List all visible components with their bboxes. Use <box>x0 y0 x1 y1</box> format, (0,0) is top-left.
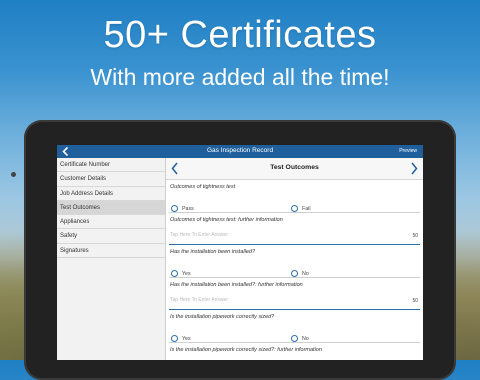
radio-group: Yes No <box>166 261 423 278</box>
section-nav: Test Outcomes <box>166 158 423 180</box>
preview-button[interactable]: Preview <box>399 148 417 154</box>
app-header: Gas Inspection Record Preview <box>57 145 423 158</box>
sidebar-item-test-outcomes[interactable]: Test Outcomes <box>57 200 165 216</box>
radio-option-no[interactable]: No <box>291 265 309 283</box>
radio-label: Pass <box>182 205 194 212</box>
radio-label: No <box>302 335 309 342</box>
radio-label: Yes <box>182 270 191 277</box>
answer-input[interactable] <box>170 232 400 238</box>
app-screen: Gas Inspection Record Preview Certificat… <box>57 145 423 360</box>
sidebar-item-certificate-number[interactable]: Certificate Number <box>57 158 165 173</box>
radio-label: Fail <box>302 205 311 212</box>
promo-headline: 50+ Certificates <box>103 14 377 56</box>
section-title: Test Outcomes <box>270 164 319 171</box>
radio-option-no[interactable]: No <box>291 330 309 348</box>
question-label: Outcomes of tightness test <box>170 184 236 190</box>
radio-button[interactable] <box>171 335 178 343</box>
sidebar-item-appliances[interactable]: Appliances <box>57 215 165 230</box>
radio-group: Pass Fail <box>166 196 423 213</box>
answer-input[interactable] <box>170 297 400 303</box>
answer-field-row: 50 <box>166 294 423 309</box>
sidebar-item-job-address-details[interactable]: Job Address Details <box>57 187 165 201</box>
question-label: Has the installation been installed? <box>170 249 256 255</box>
radio-option-pass[interactable]: Pass <box>171 200 194 218</box>
char-counter: 50 <box>412 233 418 239</box>
form-panel: Test Outcomes Outcomes of tightness test… <box>166 158 423 360</box>
chevron-right-icon[interactable] <box>409 161 419 176</box>
radio-button[interactable] <box>291 270 298 278</box>
question-label: Is the installation pipework correctly s… <box>170 314 275 320</box>
radio-button[interactable] <box>291 335 298 343</box>
sidebar: Certificate Number Customer Details Job … <box>57 158 166 360</box>
radio-label: No <box>302 270 309 277</box>
sidebar-item-safety[interactable]: Safety <box>57 229 165 244</box>
tablet-camera <box>11 172 16 177</box>
radio-button[interactable] <box>291 205 298 213</box>
radio-button[interactable] <box>171 205 178 213</box>
sidebar-item-signatures[interactable]: Signatures <box>57 244 165 259</box>
sidebar-item-customer-details[interactable]: Customer Details <box>57 172 165 187</box>
radio-button[interactable] <box>171 270 178 278</box>
radio-option-yes[interactable]: Yes <box>171 330 191 348</box>
radio-group: Yes No <box>166 326 423 343</box>
radio-label: Yes <box>182 335 191 342</box>
radio-option-yes[interactable]: Yes <box>171 265 191 283</box>
form-content: Outcomes of tightness test Pass Fail Out… <box>166 180 423 359</box>
char-counter: 50 <box>412 298 418 304</box>
promo-subline: With more added all the time! <box>90 64 390 90</box>
app-title: Gas Inspection Record <box>206 147 274 154</box>
radio-option-fail[interactable]: Fail <box>291 200 311 218</box>
answer-field-row: 50 <box>166 229 423 244</box>
